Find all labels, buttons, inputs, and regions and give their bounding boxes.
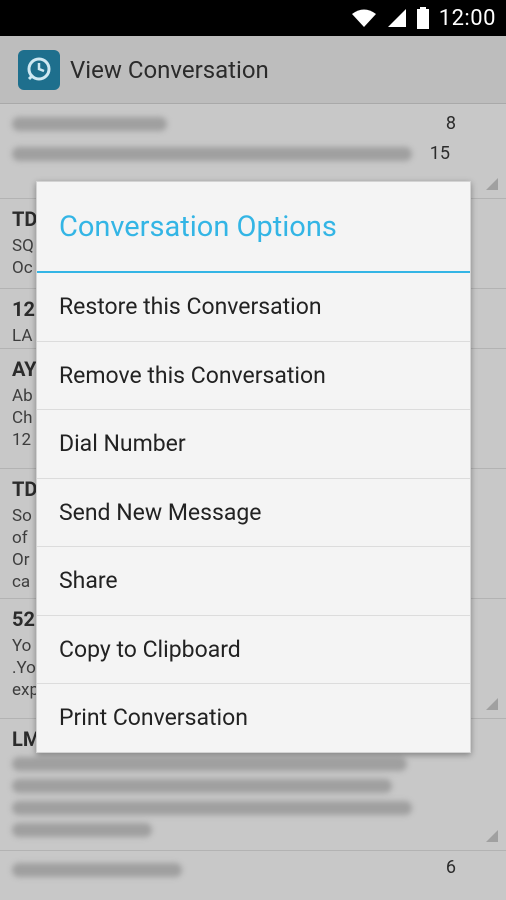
status-time: 12:00 (438, 5, 496, 31)
app-logo-icon[interactable] (18, 49, 60, 90)
contact-name: 12 (12, 297, 35, 321)
contact-name: AY (12, 357, 37, 381)
resize-corner-icon (486, 830, 498, 842)
resize-corner-icon (486, 178, 498, 190)
signal-icon (387, 9, 406, 27)
option-share[interactable]: Share (37, 547, 470, 616)
contact-name: 52 (12, 607, 35, 631)
option-print-conversation[interactable]: Print Conversation (37, 684, 470, 753)
battery-icon (416, 7, 429, 29)
option-send-new-message[interactable]: Send New Message (37, 479, 470, 547)
contact-name: TD (12, 207, 38, 231)
option-restore-conversation[interactable]: Restore this Conversation (37, 273, 470, 342)
option-remove-conversation[interactable]: Remove this Conversation (37, 342, 470, 410)
message-count: 15 (429, 143, 450, 164)
wifi-icon (351, 9, 376, 27)
page-title: View Conversation (70, 55, 269, 84)
option-copy-to-clipboard[interactable]: Copy to Clipboard (37, 616, 470, 684)
message-count: 8 (445, 113, 456, 134)
option-dial-number[interactable]: Dial Number (37, 410, 470, 479)
resize-corner-icon (486, 698, 498, 710)
message-count: 6 (445, 857, 456, 878)
contact-name: TD (12, 477, 38, 501)
action-bar: View Conversation (0, 36, 506, 104)
list-item[interactable]: 6 (0, 851, 506, 891)
dialog-title: Conversation Options (37, 182, 470, 273)
status-bar: 12:00 (0, 0, 506, 36)
conversation-options-dialog: Conversation Options Restore this Conver… (36, 181, 471, 753)
